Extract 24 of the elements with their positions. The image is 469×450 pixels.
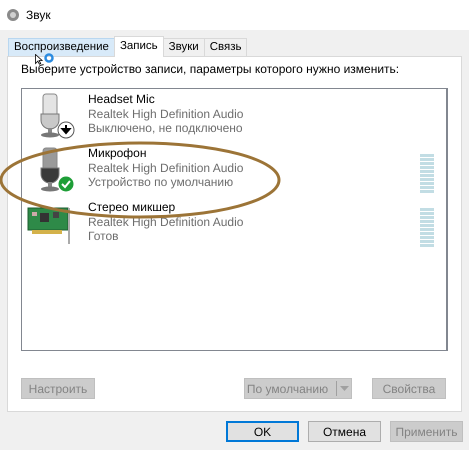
caret-icon	[340, 386, 348, 391]
level-meter	[420, 154, 434, 193]
device-driver: Realtek High Definition Audio	[88, 214, 244, 229]
device-status: Готов	[88, 229, 119, 244]
sound-card-icon	[28, 208, 70, 244]
window-title: Звук	[26, 8, 51, 22]
device-name[interactable]: Микрофон	[88, 146, 146, 160]
level-meter	[420, 208, 434, 247]
device-driver: Realtek High Definition Audio	[88, 106, 244, 121]
device-name[interactable]: Стерео микшер	[88, 200, 176, 214]
device-status: Выключено, не подключено	[88, 121, 243, 136]
device-name[interactable]: Headset Mic	[88, 92, 155, 106]
tab[interactable]: Воспроизведение	[8, 38, 115, 56]
tab[interactable]: Запись	[114, 36, 164, 57]
instruction-text: Выберите устройство записи, параметры которого нужно изменить:	[21, 62, 400, 76]
microphone-icon	[40, 94, 60, 138]
speaker-icon	[6, 8, 20, 22]
dialog-button[interactable]: Отмена	[308, 421, 381, 442]
device-status: Устройство по умолчанию	[88, 175, 234, 190]
click-indicator-icon	[44, 53, 54, 63]
microphone-icon	[40, 148, 60, 192]
device-driver: Realtek High Definition Audio	[88, 160, 244, 175]
tab[interactable]: Связь	[204, 38, 248, 56]
dialog-button[interactable]: OK	[226, 421, 299, 442]
